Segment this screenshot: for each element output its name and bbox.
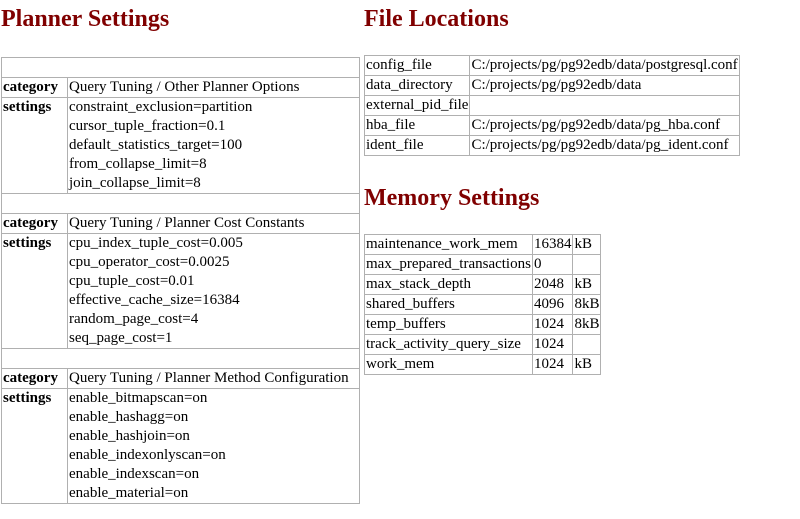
- setting-line: constraint_exclusion=partition: [69, 99, 253, 115]
- memory-setting-row: work_mem 1024 kB: [364, 354, 602, 375]
- setting-line: default_statistics_target=100: [69, 137, 243, 153]
- memory-setting-name: track_activity_query_size: [364, 334, 533, 355]
- memory-settings-table: maintenance_work_mem 16384 kB max_prepared_…: [364, 234, 602, 375]
- setting-line: enable_bitmapscan=on: [69, 390, 208, 406]
- memory-setting-name: work_mem: [364, 354, 533, 375]
- group-spacer-row: [1, 193, 360, 214]
- settings-value: cpu_index_tuple_cost=0.005 cpu_operator_c…: [67, 233, 360, 349]
- memory-setting-value: 16384: [531, 234, 574, 255]
- file-setting-value: [469, 95, 740, 116]
- memory-setting-unit: kB: [572, 274, 602, 295]
- memory-setting-unit: [572, 254, 602, 275]
- group-spacer-row: [1, 57, 360, 78]
- category-row: category Query Tuning / Other Planner Opt…: [1, 77, 360, 98]
- setting-line: enable_hashjoin=on: [69, 428, 190, 444]
- settings-row: settings cpu_index_tuple_cost=0.005 cpu_op…: [1, 233, 360, 349]
- memory-setting-unit: [572, 334, 602, 355]
- memory-setting-value: 1024: [531, 354, 574, 375]
- setting-line: from_collapse_limit=8: [69, 156, 207, 172]
- memory-setting-row: temp_buffers 1024 8kB: [364, 314, 602, 335]
- memory-setting-row: track_activity_query_size 1024: [364, 334, 602, 355]
- setting-line: enable_hashagg=on: [69, 409, 189, 425]
- memory-settings-heading: Memory Settings: [364, 185, 540, 211]
- setting-line: join_collapse_limit=8: [69, 175, 201, 191]
- setting-line: random_page_cost=4: [69, 311, 199, 327]
- file-location-row: external_pid_file: [363, 95, 740, 116]
- file-location-row: config_file C:/projects/pg/pg92edb/data/p…: [363, 55, 740, 76]
- file-setting-name: data_directory: [363, 75, 471, 96]
- memory-setting-name: maintenance_work_mem: [364, 234, 533, 255]
- settings-label: settings: [1, 97, 68, 194]
- memory-setting-unit: kB: [572, 354, 602, 375]
- memory-setting-row: max_stack_depth 2048 kB: [364, 274, 602, 295]
- category-row: category Query Tuning / Planner Method Co…: [1, 368, 360, 389]
- file-locations-table: config_file C:/projects/pg/pg92edb/data/p…: [363, 55, 740, 156]
- group-spacer-cell: [1, 348, 360, 369]
- file-setting-value: C:/projects/pg/pg92edb/data: [469, 75, 740, 96]
- memory-setting-row: shared_buffers 4096 8kB: [364, 294, 602, 315]
- group-spacer-cell: [1, 193, 360, 214]
- planner-settings-heading: Planner Settings: [1, 6, 170, 32]
- memory-setting-value: 2048: [531, 274, 574, 295]
- settings-label: settings: [1, 388, 68, 504]
- file-setting-value: C:/projects/pg/pg92edb/data/pg_hba.conf: [469, 115, 740, 136]
- file-setting-name: config_file: [363, 55, 471, 76]
- settings-value: enable_bitmapscan=on enable_hashagg=onena…: [67, 388, 360, 504]
- memory-setting-value: 1024: [531, 334, 574, 355]
- settings-label: settings: [1, 233, 68, 349]
- memory-setting-name: max_stack_depth: [364, 274, 533, 295]
- setting-line: seq_page_cost=1: [69, 330, 173, 346]
- memory-setting-unit: 8kB: [572, 294, 602, 315]
- setting-line: cursor_tuple_fraction=0.1: [69, 118, 226, 134]
- file-locations-heading: File Locations: [364, 6, 509, 32]
- setting-line: cpu_operator_cost=0.0025: [69, 254, 230, 270]
- file-setting-value: C:/projects/pg/pg92edb/data/postgresql.c…: [469, 55, 740, 76]
- settings-row: settings enable_bitmapscan=on enable_hasha…: [1, 388, 360, 504]
- memory-setting-value: 4096: [531, 294, 574, 315]
- file-setting-name: external_pid_file: [363, 95, 471, 116]
- file-setting-value: C:/projects/pg/pg92edb/data/pg_ident.con…: [469, 135, 740, 156]
- category-label: category: [1, 213, 68, 234]
- memory-setting-value: 0: [531, 254, 574, 275]
- file-location-row: data_directory C:/projects/pg/pg92edb/dat…: [363, 75, 740, 96]
- category-label: category: [1, 368, 68, 389]
- memory-setting-row: max_prepared_transactions 0: [364, 254, 602, 275]
- group-spacer-row: [1, 348, 360, 369]
- file-setting-name: ident_file: [363, 135, 471, 156]
- memory-setting-unit: kB: [572, 234, 602, 255]
- memory-setting-name: temp_buffers: [364, 314, 533, 335]
- file-setting-name: hba_file: [363, 115, 471, 136]
- page: Planner Settings category Query Tuning / …: [0, 0, 800, 519]
- setting-line: effective_cache_size=16384: [69, 292, 240, 308]
- category-value: Query Tuning / Planner Method Configurat…: [67, 368, 360, 389]
- memory-setting-name: max_prepared_transactions: [364, 254, 533, 275]
- category-row: category Query Tuning / Planner Cost Cons…: [1, 213, 360, 234]
- file-location-row: ident_file C:/projects/pg/pg92edb/data/pg…: [363, 135, 740, 156]
- setting-line: cpu_index_tuple_cost=0.005: [69, 235, 243, 251]
- setting-line: cpu_tuple_cost=0.01: [69, 273, 195, 289]
- category-label: category: [1, 77, 68, 98]
- memory-setting-value: 1024: [531, 314, 574, 335]
- memory-setting-unit: 8kB: [572, 314, 602, 335]
- category-value: Query Tuning / Other Planner Options: [67, 77, 360, 98]
- category-value: Query Tuning / Planner Cost Constants: [67, 213, 360, 234]
- planner-settings-table: category Query Tuning / Other Planner Opt…: [1, 57, 360, 504]
- setting-line: enable_indexonlyscan=on: [69, 447, 226, 463]
- memory-setting-name: shared_buffers: [364, 294, 533, 315]
- settings-value: constraint_exclusion=partition cursor_tup…: [67, 97, 360, 194]
- memory-setting-row: maintenance_work_mem 16384 kB: [364, 234, 602, 255]
- setting-line: enable_material=on: [69, 485, 189, 501]
- group-spacer-cell: [1, 57, 360, 78]
- setting-line: enable_indexscan=on: [69, 466, 200, 482]
- file-location-row: hba_file C:/projects/pg/pg92edb/data/pg_h…: [363, 115, 740, 136]
- settings-row: settings constraint_exclusion=partitioncu…: [1, 97, 360, 194]
